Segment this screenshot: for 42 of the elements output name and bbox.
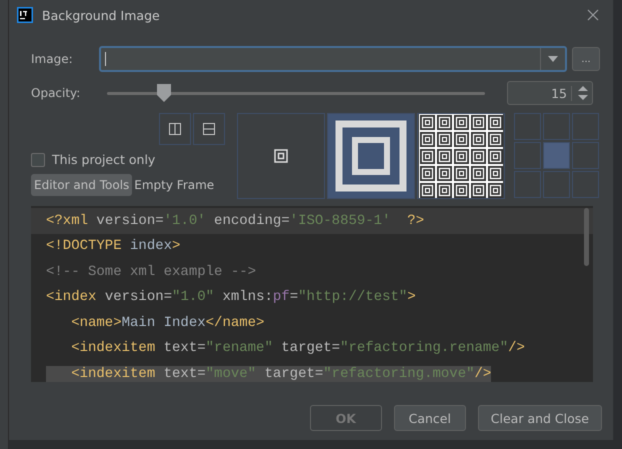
code-line: <name>Main Index</name> [70,314,266,333]
anchor-cell[interactable] [514,142,541,169]
checkbox[interactable] [31,152,45,166]
checkbox-label: This project only [52,152,156,167]
scrollbar[interactable] [584,208,589,266]
opacity-slider[interactable] [107,84,485,102]
small-square-icon [274,149,288,163]
app-logo-icon [17,7,33,23]
spinner-arrows-icon[interactable] [578,85,588,101]
tiled-squares-icon [419,114,503,198]
code-line: <index version="1.0" xmlns:pf="http://test"> [45,288,417,308]
opacity-spinner[interactable]: 15 [507,81,593,105]
flip-vertical-button[interactable] [159,113,191,145]
opacity-label: Opacity: [31,86,82,100]
browse-button[interactable]: ... [572,47,600,71]
tile-fill-option[interactable] [417,113,505,199]
image-label: Image: [31,52,74,66]
vertical-split-icon [169,123,181,135]
code-line: <indexitem text="rename" target="refactoring.rename"/> [70,339,526,358]
anchor-cell[interactable] [543,171,570,198]
anchor-cell[interactable] [572,142,599,169]
image-combo-box[interactable] [99,46,567,72]
slider-thumb[interactable] [156,84,171,102]
tab[interactable]: Editor and Tools [31,174,132,196]
code-line: <!DOCTYPE index> [45,237,182,256]
dialog-button[interactable]: Clear and Close [478,405,602,431]
anchor-cell[interactable] [543,113,570,140]
this-project-only-checkbox[interactable]: This project only [31,152,235,167]
dialog-button[interactable]: Cancel [394,405,466,431]
code-line: <!-- Some xml example --> [45,262,258,282]
anchor-cell[interactable] [572,113,599,140]
dropdown-arrow-icon[interactable] [548,56,558,62]
flip-horizontal-button[interactable] [193,113,225,145]
close-icon[interactable] [587,9,599,21]
window-title: Background Image [42,8,161,22]
tab[interactable]: Empty Frame [132,174,216,196]
horizontal-split-icon [203,123,215,135]
anchor-cell[interactable] [543,142,570,169]
scale-fill-option[interactable] [327,113,415,199]
anchor-cell[interactable] [514,113,541,140]
anchor-cell[interactable] [572,171,599,198]
anchor-cell[interactable] [514,171,541,198]
